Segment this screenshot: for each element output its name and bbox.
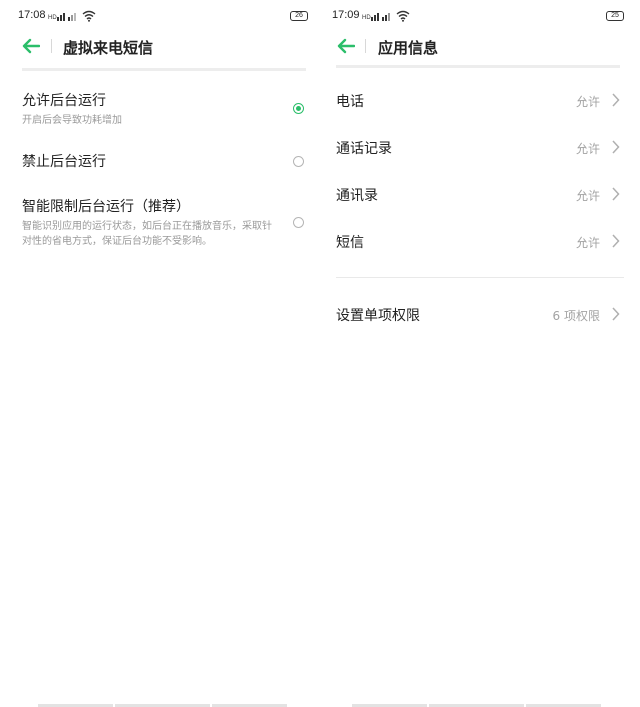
chevron-right-icon	[612, 140, 620, 154]
page-title: 应用信息	[378, 39, 439, 57]
chevron-right-icon	[612, 234, 620, 248]
option-title: 允许后台运行	[22, 93, 106, 109]
signal-icon: HD	[48, 10, 80, 22]
permission-label: 电话	[336, 94, 364, 110]
radio-allow-background[interactable]	[293, 103, 304, 114]
arrow-left-icon[interactable]	[337, 38, 355, 54]
header-divider	[51, 39, 52, 53]
header: 虚拟来电短信	[0, 30, 320, 71]
status-time: 17:08	[18, 9, 46, 21]
permission-label: 设置单项权限	[336, 308, 420, 324]
permission-value: 允许	[575, 142, 600, 156]
permission-row-phone[interactable]: 电话 允许	[336, 88, 624, 112]
status-bar: 17:08 HD 26	[0, 8, 320, 24]
permission-label: 通讯录	[336, 188, 378, 204]
permission-label: 通话记录	[336, 141, 392, 157]
svg-text:HD: HD	[362, 15, 371, 21]
battery-icon: 25	[606, 11, 624, 21]
page-title: 虚拟来电短信	[63, 39, 154, 57]
radio-smart-limit-background[interactable]	[293, 217, 304, 228]
single-permission-settings-row[interactable]: 设置单项权限 6 项权限	[336, 302, 624, 326]
header-divider	[365, 39, 366, 53]
permission-count: 6 项权限	[552, 309, 600, 323]
option-title: 禁止后台运行	[22, 154, 106, 170]
header: 应用信息	[320, 30, 640, 68]
svg-text:HD: HD	[48, 15, 57, 21]
arrow-left-icon[interactable]	[22, 38, 40, 54]
permission-row-call-log[interactable]: 通话记录 允许	[336, 135, 624, 159]
radio-forbid-background[interactable]	[293, 156, 304, 167]
wifi-icon	[396, 10, 410, 22]
header-rule	[336, 65, 620, 68]
option-title: 智能限制后台运行（推荐）	[22, 199, 190, 215]
chevron-right-icon	[612, 187, 620, 201]
permission-value: 允许	[575, 95, 600, 109]
wifi-icon	[82, 10, 96, 22]
chevron-right-icon	[612, 93, 620, 107]
app-info-screen: 17:09 HD 25 应用信息 电话 允许 通话记录 允许 通讯录 允许 短信…	[320, 0, 640, 707]
permission-value: 允许	[575, 236, 600, 250]
option-desc: 智能识别应用的运行状态，如后台正在播放音乐，采取针对性的省电方式，保证后台功能不…	[22, 221, 272, 247]
status-time: 17:09	[332, 9, 360, 21]
stage: 17:08 HD 26 虚拟来电短信 允许后台运行 开启后会导致功耗增加 禁止后…	[0, 0, 640, 707]
signal-icon: HD	[362, 10, 394, 22]
chevron-right-icon	[612, 307, 620, 321]
option-forbid-background[interactable]: 禁止后台运行	[22, 153, 312, 171]
option-allow-background[interactable]: 允许后台运行 开启后会导致功耗增加	[22, 92, 312, 128]
permission-value: 允许	[575, 189, 600, 203]
permission-row-sms[interactable]: 短信 允许	[336, 229, 624, 253]
option-smart-limit-background[interactable]: 智能限制后台运行（推荐） 智能识别应用的运行状态，如后台正在播放音乐，采取针对性…	[22, 198, 312, 249]
status-bar: 17:09 HD 25	[320, 8, 640, 24]
battery-icon: 26	[290, 11, 308, 21]
section-divider	[336, 277, 624, 278]
permission-row-contacts[interactable]: 通讯录 允许	[336, 182, 624, 206]
header-rule	[22, 68, 306, 71]
option-desc: 开启后会导致功耗增加	[22, 115, 122, 126]
permission-label: 短信	[336, 235, 364, 251]
background-run-settings-screen: 17:08 HD 26 虚拟来电短信 允许后台运行 开启后会导致功耗增加 禁止后…	[0, 0, 320, 707]
